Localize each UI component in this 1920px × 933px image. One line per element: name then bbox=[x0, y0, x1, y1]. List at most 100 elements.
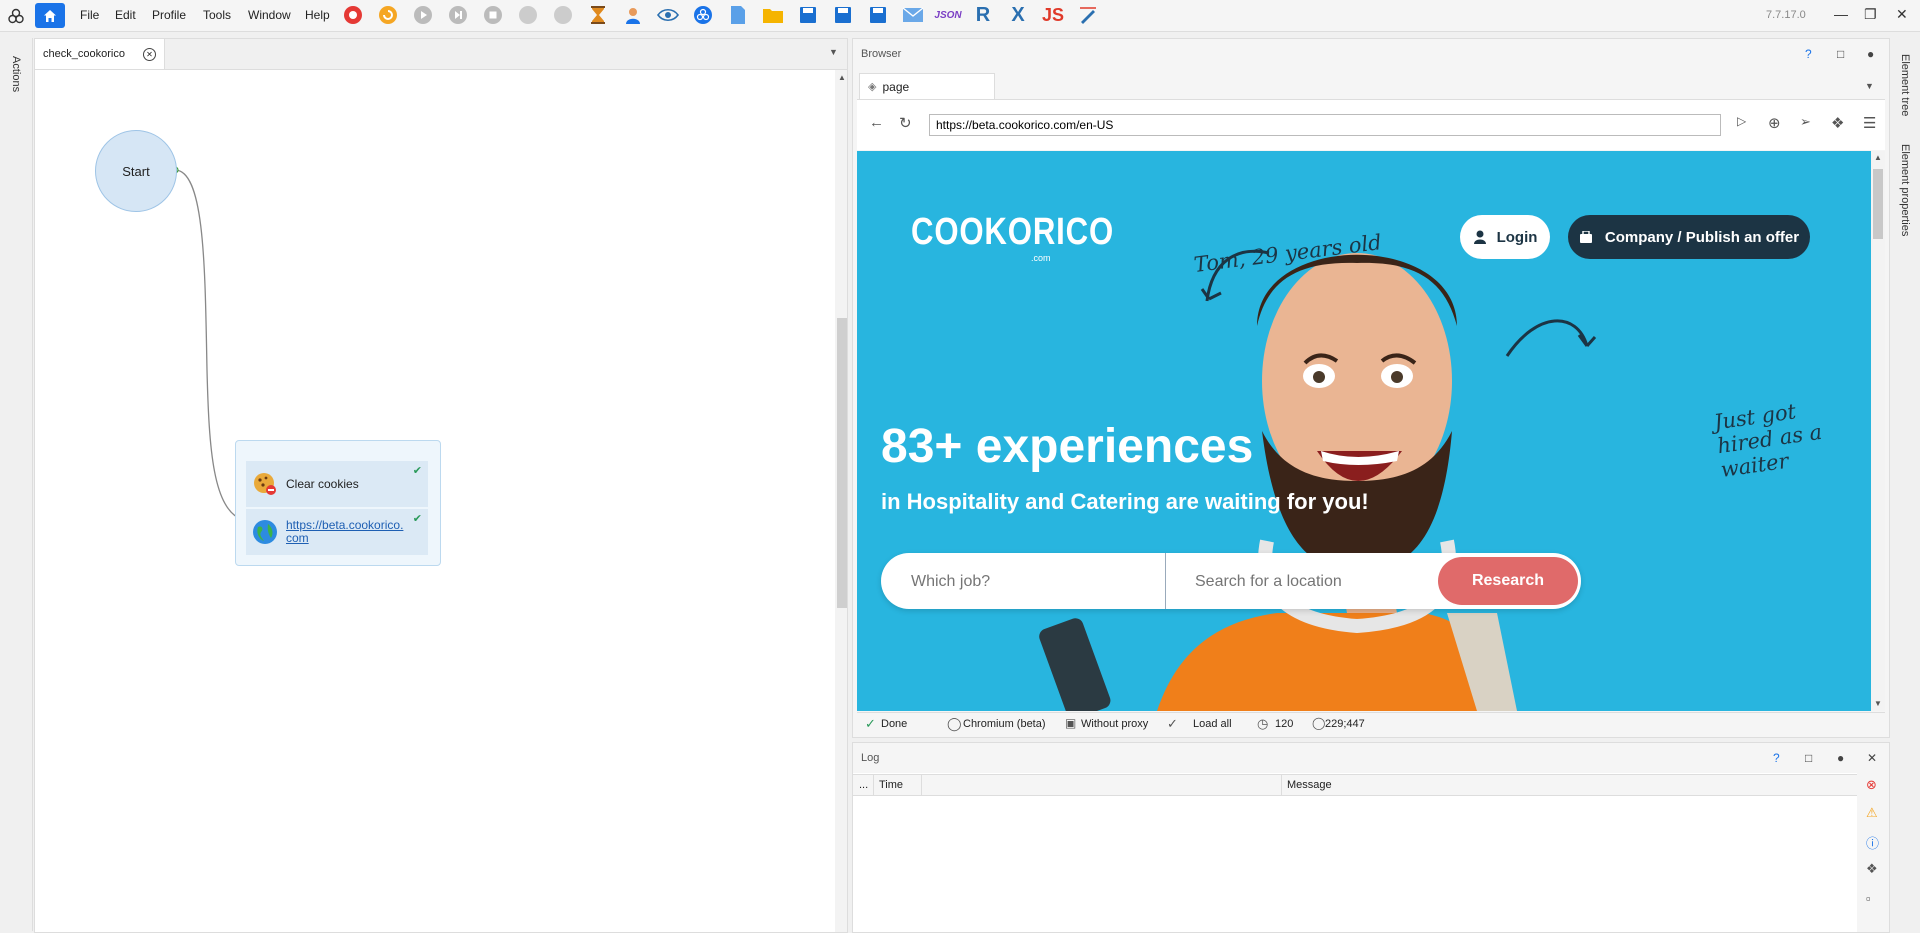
extension-icon[interactable]: ❖ bbox=[1831, 114, 1844, 132]
webpage-viewport[interactable]: COOKORICO .com Login Company / Publish a… bbox=[857, 151, 1871, 711]
status-proxy[interactable]: Without proxy bbox=[1081, 718, 1148, 730]
skip-icon[interactable] bbox=[552, 4, 574, 26]
log-column-headers: ... Time Message bbox=[853, 774, 1857, 796]
hourglass-icon[interactable] bbox=[587, 4, 609, 26]
clock-icon: ◷ bbox=[1257, 716, 1269, 731]
home-button[interactable] bbox=[35, 3, 65, 28]
save-icon[interactable] bbox=[797, 4, 819, 26]
record-icon[interactable] bbox=[342, 4, 364, 26]
log-col-message[interactable]: Message bbox=[1287, 779, 1332, 791]
web-scroll-up-icon[interactable]: ▲ bbox=[1874, 153, 1882, 162]
refresh-icon[interactable] bbox=[377, 4, 399, 26]
save-as-icon[interactable] bbox=[832, 4, 854, 26]
regex-icon[interactable]: R bbox=[972, 4, 994, 26]
research-button[interactable]: Research bbox=[1438, 557, 1578, 605]
pen-icon[interactable] bbox=[1077, 4, 1099, 26]
menu-file[interactable]: File bbox=[80, 8, 99, 22]
site-logo[interactable]: COOKORICO .com bbox=[911, 211, 1159, 263]
error-filter-icon[interactable]: ⊗ bbox=[1866, 777, 1877, 793]
tabs-dropdown-icon[interactable]: ▼ bbox=[829, 47, 838, 57]
menu-window[interactable]: Window bbox=[248, 8, 291, 22]
cursor-icon[interactable]: ➢ bbox=[1800, 114, 1811, 130]
log-col-dots[interactable]: ... bbox=[859, 779, 868, 791]
company-publish-button[interactable]: Company / Publish an offer bbox=[1568, 215, 1810, 259]
menu-tools[interactable]: Tools bbox=[203, 8, 231, 22]
close-tab-icon[interactable]: ✕ bbox=[142, 47, 156, 61]
folder-icon[interactable] bbox=[762, 4, 784, 26]
action-url-link[interactable]: https://beta.cookorico. com bbox=[286, 519, 403, 545]
location-search-input[interactable] bbox=[1193, 563, 1437, 601]
log-panel: Log ? □ ● ✕ ... Time Message ⊗ ⚠ ⓘ ❖ ▫ bbox=[852, 742, 1890, 933]
status-load[interactable]: Load all bbox=[1193, 718, 1232, 730]
menu-help[interactable]: Help bbox=[305, 8, 330, 22]
webpage-scroll-thumb[interactable] bbox=[1873, 169, 1883, 239]
scroll-up-icon[interactable]: ▲ bbox=[838, 73, 846, 82]
step-icon[interactable] bbox=[447, 4, 469, 26]
play-icon[interactable] bbox=[412, 4, 434, 26]
menu-profile[interactable]: Profile bbox=[152, 8, 186, 22]
log-col-time[interactable]: Time bbox=[879, 779, 903, 791]
save-all-icon[interactable] bbox=[867, 4, 889, 26]
action-navigate-url[interactable]: https://beta.cookorico. com ✔ bbox=[246, 509, 428, 555]
web-scroll-down-icon[interactable]: ▼ bbox=[1874, 699, 1882, 708]
clear-log-icon[interactable]: ▫ bbox=[1866, 891, 1871, 906]
editor-scroll-thumb[interactable] bbox=[837, 318, 847, 608]
actions-rail-tab[interactable]: Actions bbox=[10, 56, 22, 92]
job-search-input[interactable] bbox=[909, 563, 1153, 601]
help-icon[interactable]: ? bbox=[1805, 47, 1812, 61]
browser-status-bar: ✓ Done ◯ Chromium (beta) ▣ Without proxy… bbox=[857, 712, 1885, 737]
action-clear-cookies[interactable]: Clear cookies ✔ bbox=[246, 461, 428, 507]
js-icon[interactable]: JS bbox=[1042, 4, 1064, 26]
start-node[interactable]: Start bbox=[95, 130, 177, 212]
maximize-panel-icon[interactable]: □ bbox=[1837, 47, 1844, 61]
workflow-canvas[interactable]: Start Clear cookies ✔ https://beta.cooko… bbox=[35, 70, 835, 932]
back-icon[interactable]: ← bbox=[869, 114, 884, 131]
chromium-icon: ◯ bbox=[947, 716, 962, 731]
log-help-icon[interactable]: ? bbox=[1773, 751, 1780, 765]
status-engine[interactable]: Chromium (beta) bbox=[963, 718, 1046, 730]
login-button[interactable]: Login bbox=[1460, 215, 1550, 259]
action-group[interactable]: Clear cookies ✔ https://beta.cookorico. … bbox=[235, 440, 441, 566]
minimize-button[interactable]: — bbox=[1834, 6, 1848, 22]
log-close-icon[interactable]: ✕ bbox=[1867, 751, 1877, 765]
log-col-divider bbox=[921, 775, 922, 795]
log-pin-icon[interactable]: ● bbox=[1837, 751, 1844, 765]
editor-scrollbar[interactable]: ▲ bbox=[835, 70, 847, 932]
file-icon[interactable] bbox=[727, 4, 749, 26]
search-divider bbox=[1165, 553, 1166, 609]
app-logo-icon[interactable] bbox=[8, 8, 24, 24]
tab-check-cookorico[interactable]: check_cookorico ✕ bbox=[35, 39, 165, 69]
tag-filter-icon[interactable]: ❖ bbox=[1866, 861, 1878, 877]
log-title: Log bbox=[861, 752, 880, 764]
url-input[interactable] bbox=[929, 114, 1721, 136]
menu-edit[interactable]: Edit bbox=[115, 8, 136, 22]
stop-icon[interactable] bbox=[482, 4, 504, 26]
page-globe-icon: ◈ bbox=[868, 81, 877, 93]
network-icon[interactable] bbox=[692, 4, 714, 26]
user-icon[interactable] bbox=[622, 4, 644, 26]
eye-icon[interactable] bbox=[657, 4, 679, 26]
element-properties-rail-tab[interactable]: Element properties bbox=[1899, 144, 1911, 236]
action-clear-cookies-label: Clear cookies bbox=[286, 477, 359, 491]
restore-button[interactable]: ❐ bbox=[1864, 6, 1877, 23]
close-window-button[interactable]: ✕ bbox=[1896, 6, 1908, 23]
log-maximize-icon[interactable]: □ bbox=[1805, 751, 1812, 765]
browser-tabs-dropdown-icon[interactable]: ▼ bbox=[1865, 81, 1874, 91]
go-icon[interactable]: ▷ bbox=[1737, 114, 1746, 128]
add-icon[interactable]: ⊕ bbox=[1768, 114, 1781, 132]
browser-menu-icon[interactable]: ☰ bbox=[1863, 114, 1876, 132]
company-publish-label: Company / Publish an offer bbox=[1604, 228, 1800, 246]
json-icon[interactable]: JSON bbox=[934, 4, 961, 26]
warning-filter-icon[interactable]: ⚠ bbox=[1866, 805, 1878, 821]
pin-icon[interactable]: ● bbox=[1867, 47, 1874, 61]
reload-icon[interactable]: ↻ bbox=[899, 114, 912, 132]
mail-icon[interactable] bbox=[902, 4, 924, 26]
xpath-icon[interactable]: X bbox=[1007, 4, 1029, 26]
element-tree-rail-tab[interactable]: Element tree bbox=[1899, 54, 1911, 116]
left-rail: Actions bbox=[0, 38, 33, 931]
info-filter-icon[interactable]: ⓘ bbox=[1866, 833, 1879, 852]
pause-icon[interactable] bbox=[517, 4, 539, 26]
webpage-scrollbar[interactable]: ▲ ▼ bbox=[1871, 151, 1885, 711]
tab-page[interactable]: ◈ page bbox=[859, 73, 995, 99]
done-check-icon: ✓ bbox=[865, 716, 876, 731]
